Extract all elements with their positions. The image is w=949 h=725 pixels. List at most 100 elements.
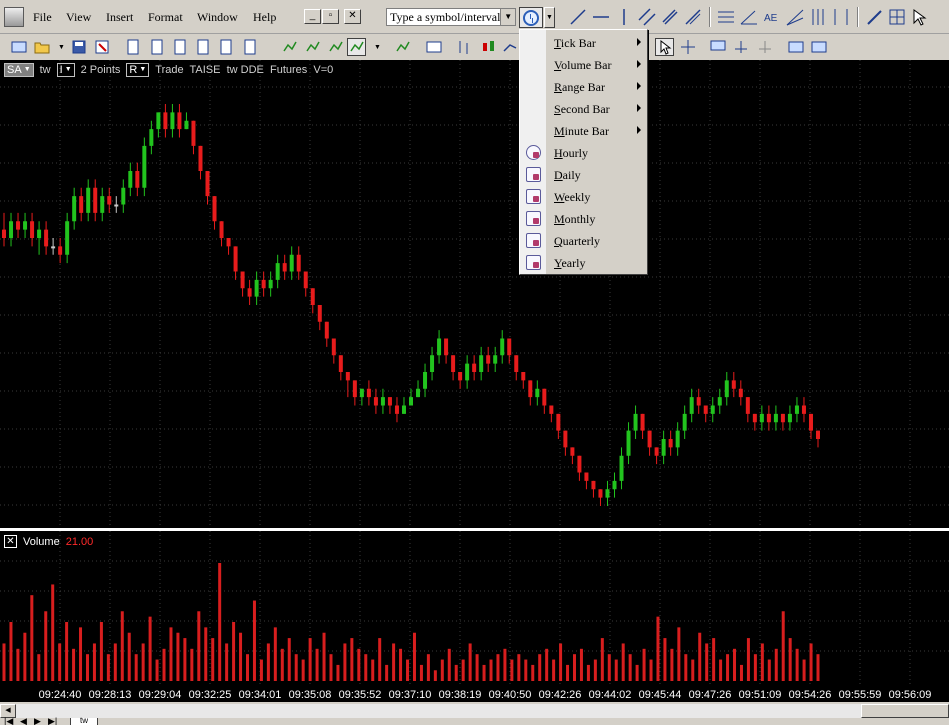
candle-body [380,397,385,406]
menu-item-range-bar[interactable]: Range Bar [520,76,647,98]
trendline-icon[interactable] [568,7,588,27]
volume-bar [225,643,229,681]
prev-tab-icon[interactable]: ◀ [20,716,27,725]
last-tab-icon[interactable]: ▶| [48,716,57,725]
indicator-icon[interactable] [326,38,345,56]
menu-window[interactable]: Window [197,10,238,25]
buy-marker-icon[interactable] [731,38,750,56]
symbol-selector[interactable]: SA ▼ [4,63,34,77]
sheet-tab[interactable]: tw [70,717,98,725]
bar-chart-icon[interactable] [454,38,473,56]
svg-text:AE: AE [764,13,778,24]
open-folder-icon[interactable] [32,38,51,56]
drawing-tools: AE [568,7,930,27]
page-icon[interactable] [240,38,259,56]
menu-item-second-bar[interactable]: Second Bar [520,98,647,120]
type-selector[interactable]: R ▼ [126,63,150,77]
indicator-icon[interactable] [303,38,322,56]
menu-item-label: Daily [554,168,581,182]
horizontal-lines-icon[interactable] [716,7,736,27]
page-icon[interactable] [147,38,166,56]
scroll-thumb[interactable] [861,704,949,718]
chevron-down-icon[interactable]: ▼ [368,38,387,56]
format-window-icon[interactable] [424,38,443,56]
interval-dropdown-arrow[interactable]: ▼ [544,7,555,28]
menu-insert[interactable]: Insert [106,10,133,25]
menu-item-minute-bar[interactable]: Minute Bar [520,120,647,142]
candle-body [591,480,596,490]
next-tab-icon[interactable]: ▶ [34,716,41,725]
time-axis-label: 09:34:01 [239,689,282,701]
menu-item-hourly[interactable]: Hourly [520,142,647,164]
first-tab-icon[interactable]: |◀ [4,716,13,725]
strategy-icon[interactable] [347,38,366,56]
volume-bar [287,638,291,681]
window-icon[interactable] [809,38,828,56]
menu-item-label: Tick Bar [554,36,596,50]
cursor-icon[interactable] [910,7,930,27]
fibonacci-icon[interactable]: AE [762,7,782,27]
scroll-track[interactable] [16,704,861,718]
menu-help[interactable]: Help [253,10,276,25]
interval-button[interactable] [519,7,543,28]
save-icon[interactable] [69,38,88,56]
app-icon[interactable] [4,7,24,27]
menu-item-tick-bar[interactable]: Tick Bar [520,32,647,54]
horizontal-scrollbar[interactable]: ◀ [0,704,949,718]
grid-icon[interactable] [887,7,907,27]
close-icon[interactable]: ✕ [4,535,17,548]
crosshair-icon[interactable] [678,38,697,56]
close-button[interactable]: ✕ [344,9,361,24]
indicator-icon[interactable] [280,38,299,56]
candlestick-icon[interactable] [478,38,497,56]
vertical-line-icon[interactable] [614,7,634,27]
candle-body [675,430,680,448]
data-description: Trade TAISE tw DDE Futures V=0 [155,64,334,76]
angle-icon[interactable] [739,7,759,27]
channel-icon[interactable] [637,7,657,27]
chevron-down-icon[interactable]: ▼ [500,9,515,25]
time-zones-icon[interactable] [808,7,828,27]
symbol-input[interactable]: Type a symbol/interval ▼ [386,8,516,26]
cycle-lines-icon[interactable] [831,7,851,27]
menu-item-daily[interactable]: Daily [520,164,647,186]
page-icon[interactable] [123,38,142,56]
sell-marker-icon[interactable] [755,38,774,56]
restore-button[interactable]: ▫ [322,9,339,24]
page-icon[interactable] [170,38,189,56]
trading-app-window: File View Insert Format Window Help _ ▫ … [0,0,949,725]
analysis-icon[interactable] [393,38,412,56]
volume-bar [496,654,500,681]
menu-item-yearly[interactable]: Yearly [520,252,647,274]
pointer-icon[interactable] [655,38,674,56]
close-document-icon[interactable] [92,38,111,56]
pencil-icon[interactable] [864,7,884,27]
price-chart[interactable]: SA ▼ tw I ▼ 2 Points R ▼ Trade TAISE tw DDE… [0,60,949,528]
horizontal-line-icon[interactable] [591,7,611,27]
candle-body [801,405,806,414]
menu-file[interactable]: File [33,10,52,25]
page-icon[interactable] [216,38,235,56]
menu-item-volume-bar[interactable]: Volume Bar [520,54,647,76]
candle-body [156,112,161,130]
volume-panel[interactable]: ✕ Volume 21.00 [0,531,949,684]
line-chart-icon[interactable] [500,38,519,56]
speed-lines-icon[interactable] [785,7,805,27]
comment-icon[interactable] [708,38,727,56]
menu-view[interactable]: View [66,10,91,25]
new-window-icon[interactable] [9,38,28,56]
volume-bar [16,648,20,681]
time-axis-label: 09:32:25 [189,689,232,701]
pitchfork-icon[interactable] [683,7,703,27]
menu-item-label: Quarterly [554,234,600,248]
minimize-button[interactable]: _ [304,9,321,24]
menu-item-weekly[interactable]: Weekly [520,186,647,208]
menu-format[interactable]: Format [148,10,183,25]
interval-selector[interactable]: I ▼ [56,63,75,77]
menu-item-monthly[interactable]: Monthly [520,208,647,230]
window-icon[interactable] [786,38,805,56]
menu-item-quarterly[interactable]: Quarterly [520,230,647,252]
parallel-lines-icon[interactable] [660,7,680,27]
menu-item-label: Volume Bar [554,58,612,72]
page-icon[interactable] [193,38,212,56]
